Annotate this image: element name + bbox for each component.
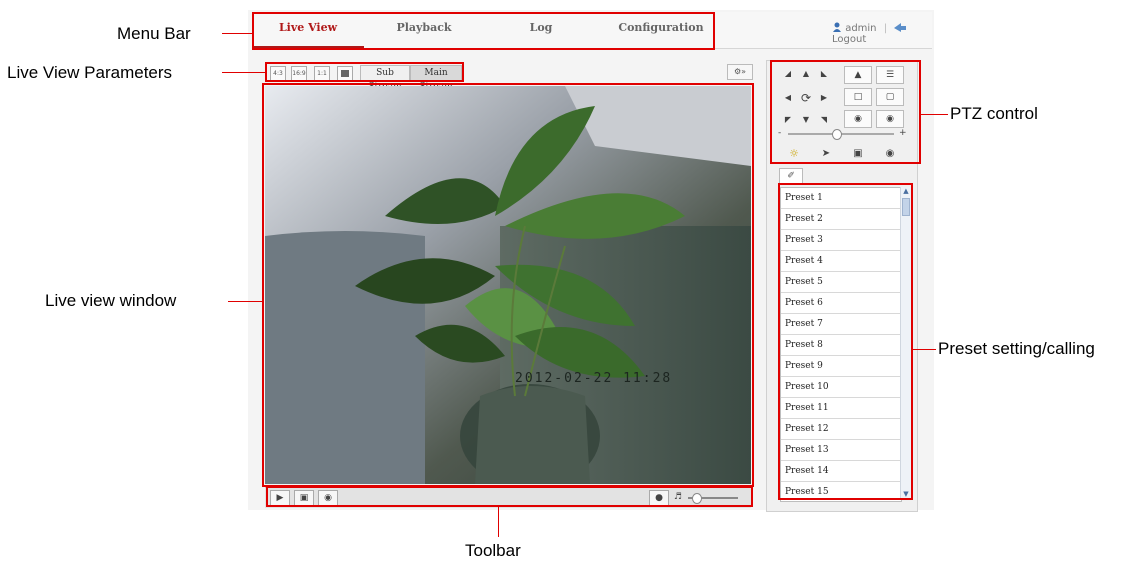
preset-setting-label: Preset setting/calling: [938, 339, 1095, 358]
user-area: admin | Logout: [832, 22, 932, 45]
live-view-parameters-label: Live View Parameters: [7, 63, 173, 82]
menu-bar-label: Menu Bar: [117, 24, 191, 43]
toolbar-highlight: [266, 486, 753, 507]
preset-highlight: [778, 183, 913, 500]
user-icon: [833, 22, 841, 32]
menu-bar-highlight: [252, 12, 715, 50]
params-leader-line: [222, 72, 265, 73]
live-view-highlight: [262, 83, 754, 487]
live-view-leader-line: [228, 301, 262, 302]
preset-tab-icon[interactable]: ✐: [779, 168, 803, 183]
toolbar-leader-line: [498, 507, 499, 537]
toolbar-label: Toolbar: [465, 541, 521, 560]
user-name: admin: [845, 23, 877, 34]
ptz-highlight: [770, 60, 921, 164]
menu-separator: |: [883, 23, 888, 34]
live-view-window-label: Live view window: [45, 291, 177, 310]
ptz-leader-line: [921, 114, 948, 115]
logout-link[interactable]: Logout: [832, 34, 866, 45]
logout-icon: [894, 23, 907, 32]
ptz-control-label: PTZ control: [950, 104, 1038, 123]
preset-leader-line: [913, 349, 936, 350]
menu-bar-leader-line: [222, 33, 252, 34]
params-highlight: [265, 62, 464, 82]
ptz-toggle-icon[interactable]: ⚙»: [727, 64, 753, 80]
